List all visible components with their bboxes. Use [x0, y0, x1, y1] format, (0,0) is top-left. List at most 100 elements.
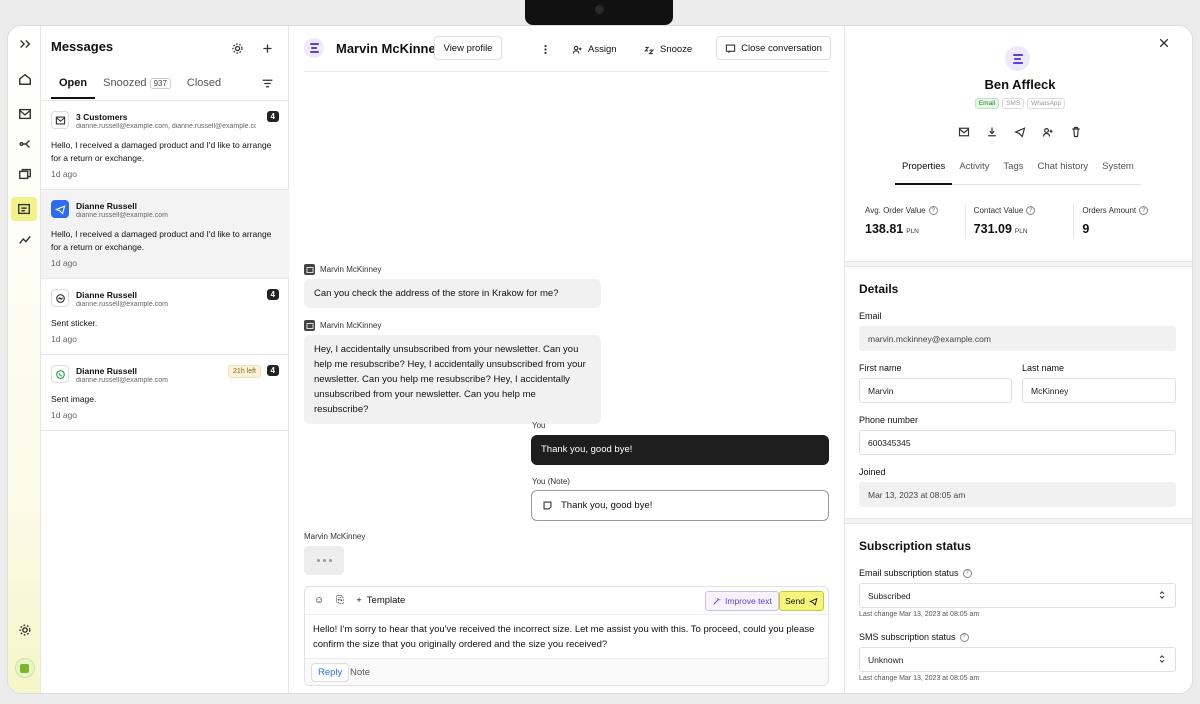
improve-text-button[interactable]: Improve text — [705, 591, 779, 611]
add-user-icon[interactable] — [1042, 126, 1054, 141]
help-icon[interactable]: ? — [1026, 206, 1036, 215]
list-item[interactable]: Dianne Russell dianne.russell@example.co… — [41, 278, 289, 355]
gear-icon[interactable] — [228, 39, 246, 57]
conversation-email: dianne.russell@example.com — [76, 301, 168, 308]
channel-email: Email — [974, 98, 1000, 109]
help-icon[interactable]: ? — [959, 632, 969, 642]
help-icon[interactable]: ? — [1139, 206, 1149, 215]
attachment-icon[interactable]: ⎘ — [336, 595, 344, 606]
tab-snoozed-label: Snoozed — [103, 77, 147, 89]
close-icon[interactable] — [1158, 37, 1172, 51]
flows-icon[interactable] — [8, 132, 41, 156]
message-sender: Marvin McKinney — [304, 320, 381, 331]
stat-unit: PLN — [906, 228, 919, 235]
last-name-label: Last name — [1022, 363, 1065, 373]
list-item[interactable]: Dianne Russell dianne.russell@example.co… — [41, 189, 289, 279]
help-icon[interactable]: ? — [928, 206, 938, 215]
stat-contact-value: Contact Value? 731.09 PLN — [964, 204, 1074, 238]
joined-label: Joined — [859, 467, 886, 477]
first-name-label: First name — [859, 363, 902, 373]
campaigns-icon[interactable] — [8, 162, 41, 186]
conversation-name: Dianne Russell — [76, 290, 137, 300]
phone-field[interactable]: 600345345 — [859, 430, 1176, 455]
user-avatar-icon[interactable] — [8, 656, 41, 680]
reply-tab[interactable]: Reply — [311, 663, 350, 682]
assign-button[interactable]: Assign — [572, 42, 617, 56]
help-icon[interactable]: ? — [962, 568, 972, 578]
expand-icon[interactable] — [8, 32, 41, 56]
tab-system[interactable]: System — [1095, 157, 1141, 184]
message-bubble: Thank you, good bye! — [531, 435, 829, 465]
profile-logo-icon — [1005, 46, 1030, 71]
unread-badge: 4 — [266, 365, 279, 376]
view-profile-button[interactable]: View profile — [434, 36, 502, 60]
plus-icon[interactable] — [258, 39, 276, 57]
emoji-icon[interactable]: ☺ — [314, 595, 324, 606]
conversations-icon[interactable] — [11, 197, 37, 221]
list-item[interactable]: Dianne Russell dianne.russell@example.co… — [41, 354, 289, 431]
stat-label: Contact Value — [973, 206, 1024, 215]
send-button[interactable]: Send — [779, 591, 824, 611]
chat-panel: Marvin McKinney View profile Assign Snoo… — [289, 26, 844, 693]
conversation-name: Dianne Russell — [76, 366, 137, 376]
telegram-icon — [51, 200, 69, 218]
joined-field: Mar 13, 2023 at 08:05 am — [859, 482, 1176, 507]
tab-activity[interactable]: Activity — [952, 157, 996, 184]
list-item[interactable]: 3 Customers dianne.russell@example.com, … — [41, 100, 289, 190]
chat-check-icon — [725, 44, 736, 53]
unread-badge: 4 — [266, 111, 279, 122]
email-label: Email — [859, 311, 882, 321]
composer-input[interactable]: Hello! I'm sorry to hear that you've rec… — [313, 622, 823, 652]
tab-closed[interactable]: Closed — [179, 74, 229, 99]
email-subscription-select[interactable]: Subscribed — [859, 583, 1176, 608]
details-title: Details — [859, 282, 899, 296]
home-icon[interactable] — [8, 67, 41, 91]
first-name-field[interactable]: Marvin — [859, 378, 1012, 403]
tab-open-label: Open — [59, 77, 88, 89]
tab-snoozed[interactable]: Snoozed 937 — [95, 74, 179, 99]
app-window: Messages Open Snoozed 937 Closed 3 Custom… — [7, 25, 1193, 694]
composer-toolbar: ☺ ⎘ + Template Improve text Send — [305, 587, 828, 615]
profile-panel: Ben Affleck Email SMS WhatsApp Propertie… — [844, 26, 1192, 693]
download-icon[interactable] — [986, 126, 998, 141]
tab-open[interactable]: Open — [51, 74, 96, 99]
last-name-field[interactable]: McKinney — [1022, 378, 1176, 403]
chat-header: Marvin McKinney View profile Assign Snoo… — [304, 36, 831, 72]
email-subscription-label: Email subscription status? — [859, 568, 972, 578]
stat-value: 138.81 — [865, 222, 904, 236]
message-sender: Marvin McKinney — [304, 264, 381, 275]
channel-whatsapp: WhatsApp — [1027, 98, 1066, 109]
tab-properties[interactable]: Properties — [895, 157, 953, 185]
email-icon[interactable] — [958, 126, 970, 141]
snooze-button[interactable]: Snooze — [644, 42, 692, 56]
conversation-name: Dianne Russell — [76, 201, 137, 211]
note-bubble: Thank you, good bye! — [531, 490, 829, 521]
camera-notch — [525, 0, 673, 25]
subscription-title: Subscription status — [859, 539, 972, 553]
sms-subscription-select[interactable]: Unknown — [859, 647, 1176, 672]
note-tab[interactable]: Note — [350, 667, 370, 678]
conversation-preview: Sent sticker. — [51, 318, 98, 328]
send-icon[interactable] — [1013, 126, 1026, 141]
analytics-icon[interactable] — [8, 227, 41, 251]
close-conversation-button[interactable]: Close conversation — [716, 36, 831, 60]
inbox-title: Messages — [51, 39, 114, 54]
stat-value: 9 — [1082, 222, 1090, 236]
trash-icon[interactable] — [1070, 126, 1082, 141]
stat-label: Avg. Order Value — [865, 206, 926, 215]
improve-label: Improve text — [725, 596, 772, 606]
tab-chat-history[interactable]: Chat history — [1030, 157, 1095, 184]
filter-icon[interactable] — [258, 74, 276, 92]
sender-name: Marvin McKinney — [320, 265, 382, 274]
send-icon — [808, 597, 818, 606]
template-button[interactable]: + Template — [356, 595, 405, 606]
more-icon[interactable] — [540, 42, 551, 56]
conversation-time: 1d ago — [51, 258, 77, 268]
settings-icon[interactable] — [8, 618, 41, 642]
phone-label: Phone number — [859, 415, 919, 425]
sms-subscription-value: Unknown — [868, 654, 904, 665]
tab-tags[interactable]: Tags — [996, 157, 1030, 184]
time-left-badge: 21h left — [228, 365, 261, 378]
note-text: Thank you, good bye! — [561, 500, 653, 511]
inbox-icon[interactable] — [8, 102, 41, 126]
